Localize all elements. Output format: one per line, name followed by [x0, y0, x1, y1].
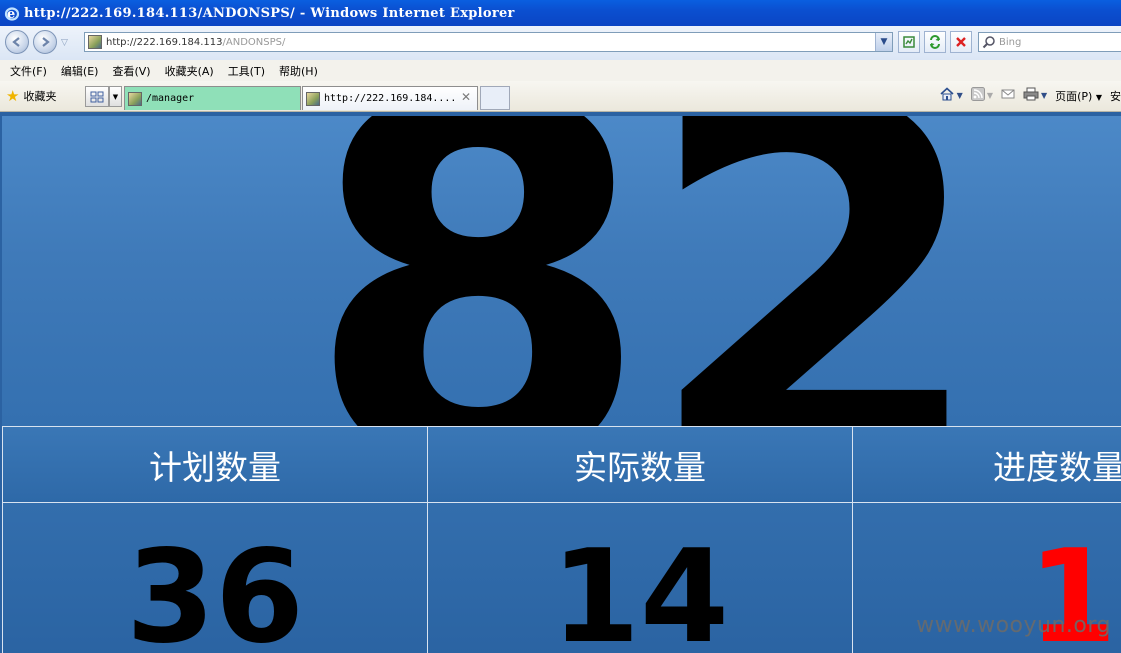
- url-text: http://222.169.184.113/ANDONSPS/: [106, 37, 285, 48]
- tab-label: /manager: [146, 93, 195, 104]
- mail-button[interactable]: [1001, 88, 1015, 103]
- safety-menu[interactable]: 安: [1110, 88, 1121, 104]
- favorites-label: 收藏夹: [23, 90, 57, 103]
- value-actual: 14: [427, 502, 853, 653]
- tab-andonsps[interactable]: http://222.169.184.... ✕: [302, 86, 478, 110]
- back-arrow-icon: [12, 37, 20, 47]
- url-path: /ANDONSPS/: [222, 36, 286, 48]
- search-icon: [982, 36, 995, 49]
- forward-button[interactable]: [33, 30, 57, 54]
- compat-view-icon: [903, 36, 915, 48]
- tab-label: http://222.169.184....: [324, 93, 457, 104]
- feeds-button[interactable]: [970, 87, 985, 104]
- andon-dashboard: 82 计划数量 实际数量 进度数量 36 14 1 www.wooyun.org: [0, 112, 1121, 653]
- stop-icon: [956, 37, 966, 47]
- address-toolbar: ▽ http://222.169.184.113/ANDONSPS/ ▼ Bin…: [0, 26, 1121, 61]
- rss-icon: [970, 87, 985, 101]
- address-field[interactable]: http://222.169.184.113/ANDONSPS/ ▼: [84, 32, 893, 52]
- header-actual: 实际数量: [427, 426, 853, 503]
- menu-help[interactable]: 帮助(H): [279, 63, 318, 79]
- tab-favicon-icon: [128, 91, 142, 106]
- compatibility-view-button[interactable]: [898, 31, 920, 53]
- feeds-dropdown-icon[interactable]: ▼: [987, 91, 993, 100]
- ie-logo-icon: e: [4, 5, 20, 21]
- search-field[interactable]: Bing: [978, 32, 1121, 52]
- url-host: http://222.169.184.113: [106, 36, 223, 48]
- header-planned: 计划数量: [2, 426, 428, 503]
- close-tab-icon[interactable]: ✕: [461, 90, 471, 104]
- menu-view[interactable]: 查看(V): [112, 63, 150, 79]
- big-number-panel: 82: [2, 116, 1121, 426]
- search-placeholder: Bing: [999, 36, 1022, 48]
- printer-icon: [1023, 87, 1039, 101]
- home-dropdown-icon[interactable]: ▼: [957, 91, 963, 100]
- quick-tabs-button[interactable]: [85, 86, 109, 107]
- value-planned: 36: [2, 502, 428, 653]
- mail-icon: [1001, 89, 1015, 99]
- tab-bar: ★ 收藏夹 ▼ /manager http://222.169.184.... …: [0, 81, 1121, 112]
- print-button[interactable]: [1023, 87, 1039, 104]
- favorites-star-icon: ★: [6, 86, 20, 105]
- refresh-button[interactable]: [924, 31, 946, 53]
- page-favicon-icon: [88, 35, 102, 49]
- history-dropdown-icon[interactable]: ▽: [61, 38, 68, 48]
- forward-arrow-icon: [42, 37, 50, 47]
- stop-button[interactable]: [950, 31, 972, 53]
- address-dropdown-icon[interactable]: ▼: [875, 33, 892, 51]
- command-bar: ▼ ▼ ▼ 页面(P) ▼ 安: [931, 87, 1121, 104]
- tab-list-dropdown-icon[interactable]: ▼: [109, 86, 122, 107]
- quick-tabs-icon: [90, 91, 104, 102]
- favorites-button[interactable]: ★ 收藏夹: [6, 88, 56, 104]
- svg-text:e: e: [7, 7, 15, 21]
- menu-tools[interactable]: 工具(T): [228, 63, 265, 79]
- home-icon: [940, 87, 954, 101]
- menu-bar: 文件(F) 编辑(E) 查看(V) 收藏夹(A) 工具(T) 帮助(H): [0, 60, 1121, 82]
- back-button[interactable]: [5, 30, 29, 54]
- home-button[interactable]: [939, 87, 955, 104]
- header-progress: 进度数量: [852, 426, 1121, 503]
- new-tab-button[interactable]: [480, 86, 510, 110]
- tab-favicon-icon: [306, 91, 320, 106]
- page-menu-label: 页面(P): [1055, 89, 1093, 103]
- window-title: http://222.169.184.113/ANDONSPS/ - Windo…: [24, 5, 515, 21]
- page-menu[interactable]: 页面(P) ▼: [1055, 88, 1102, 104]
- tab-manager[interactable]: /manager: [124, 86, 301, 110]
- watermark: www.wooyun.org: [916, 613, 1111, 638]
- title-bar: e http://222.169.184.113/ANDONSPS/ - Win…: [0, 0, 1121, 26]
- menu-favorites[interactable]: 收藏夹(A): [165, 63, 214, 79]
- print-dropdown-icon[interactable]: ▼: [1041, 91, 1047, 100]
- menu-edit[interactable]: 编辑(E): [61, 63, 99, 79]
- big-number: 82: [304, 116, 990, 426]
- menu-file[interactable]: 文件(F): [10, 63, 47, 79]
- refresh-icon: [930, 35, 940, 49]
